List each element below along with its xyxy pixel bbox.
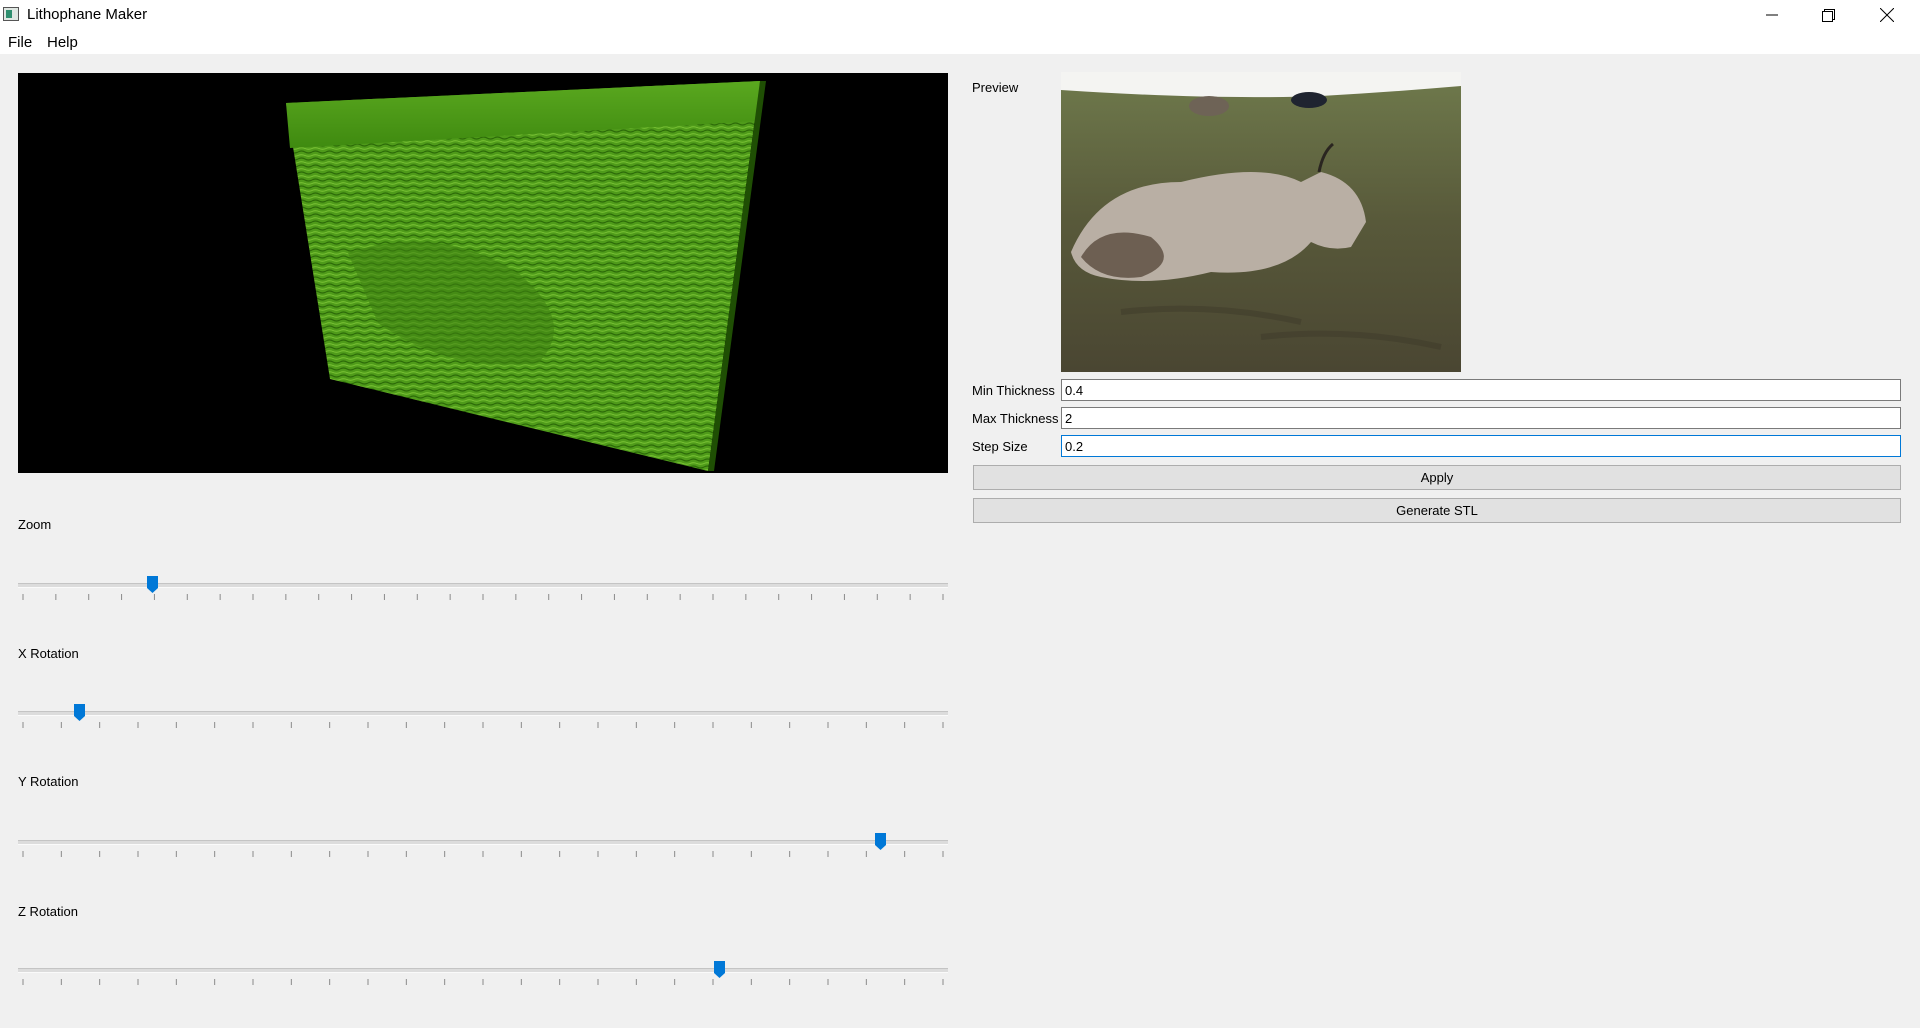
restore-icon [1822, 8, 1835, 22]
y-rotation-slider-track[interactable] [18, 840, 948, 845]
max-thickness-label: Max Thickness [972, 411, 1059, 426]
restore-button[interactable] [1800, 0, 1857, 30]
menu-bar: File Help [0, 30, 1920, 54]
x-rotation-slider-handle[interactable] [73, 704, 85, 721]
y-rotation-slider-ticks [22, 851, 944, 857]
generate-stl-button[interactable]: Generate STL [973, 498, 1901, 523]
x-rotation-slider-ticks [22, 722, 944, 728]
close-icon [1879, 8, 1894, 22]
preview-image [1061, 72, 1461, 372]
minimize-icon [1765, 14, 1778, 16]
minimize-button[interactable] [1743, 0, 1800, 30]
max-thickness-input[interactable] [1061, 407, 1901, 429]
step-size-label: Step Size [972, 439, 1028, 454]
min-thickness-label: Min Thickness [972, 383, 1055, 398]
yak-photo [1061, 72, 1461, 372]
title-bar: Lithophane Maker [0, 0, 1920, 30]
lithophane-mesh-render [286, 81, 766, 471]
zoom-slider-ticks [22, 594, 944, 600]
menu-help[interactable]: Help [47, 34, 78, 51]
z-rotation-slider-track[interactable] [18, 968, 948, 973]
apply-button[interactable]: Apply [973, 465, 1901, 490]
preview-label: Preview [972, 80, 1019, 95]
x-rotation-label: X Rotation [18, 646, 79, 661]
min-thickness-input[interactable] [1061, 379, 1901, 401]
z-rotation-slider-handle[interactable] [713, 961, 725, 978]
x-rotation-slider-track[interactable] [18, 711, 948, 716]
app-icon [3, 7, 19, 21]
window-title: Lithophane Maker [27, 6, 148, 23]
z-rotation-label: Z Rotation [18, 904, 78, 919]
close-button[interactable] [1858, 0, 1915, 30]
step-size-input[interactable] [1061, 435, 1901, 457]
zoom-slider-handle[interactable] [147, 576, 159, 593]
y-rotation-slider-handle[interactable] [874, 833, 886, 850]
y-rotation-label: Y Rotation [18, 774, 79, 789]
zoom-label: Zoom [18, 517, 52, 532]
z-rotation-slider-ticks [22, 979, 944, 985]
3d-viewport[interactable] [18, 73, 948, 473]
menu-file[interactable]: File [8, 34, 32, 51]
